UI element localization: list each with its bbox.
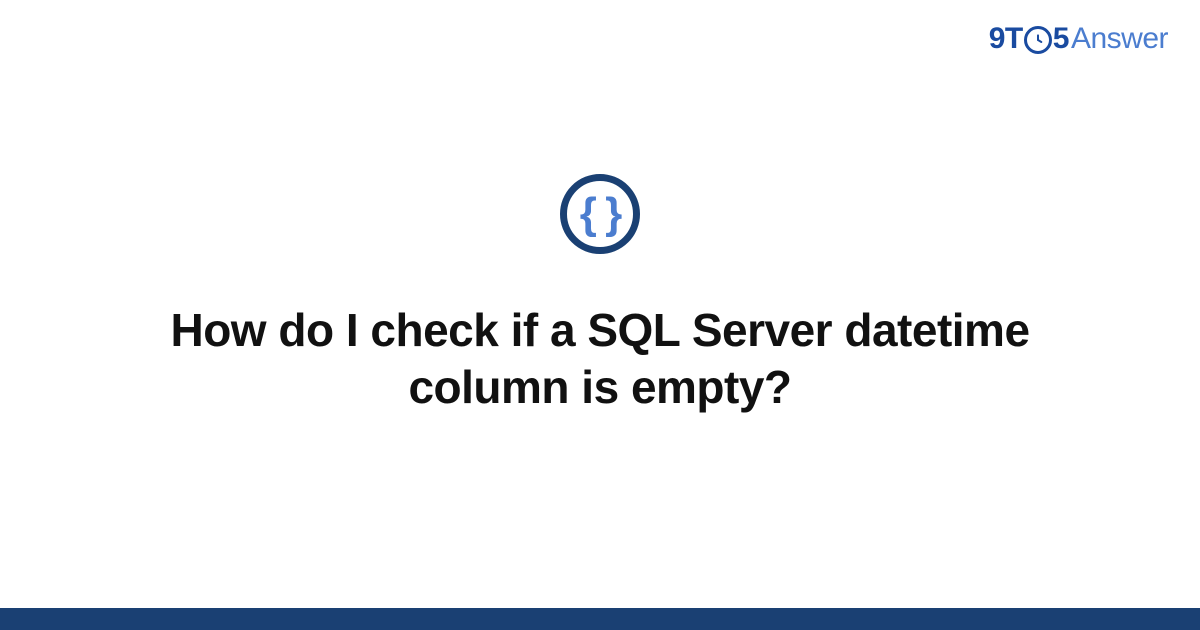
main-content: { } How do I check if a SQL Server datet… [0, 0, 1200, 630]
braces-glyph: { } [580, 192, 620, 236]
footer-bar [0, 608, 1200, 630]
code-braces-icon: { } [560, 174, 640, 254]
question-title: How do I check if a SQL Server datetime … [110, 302, 1090, 417]
